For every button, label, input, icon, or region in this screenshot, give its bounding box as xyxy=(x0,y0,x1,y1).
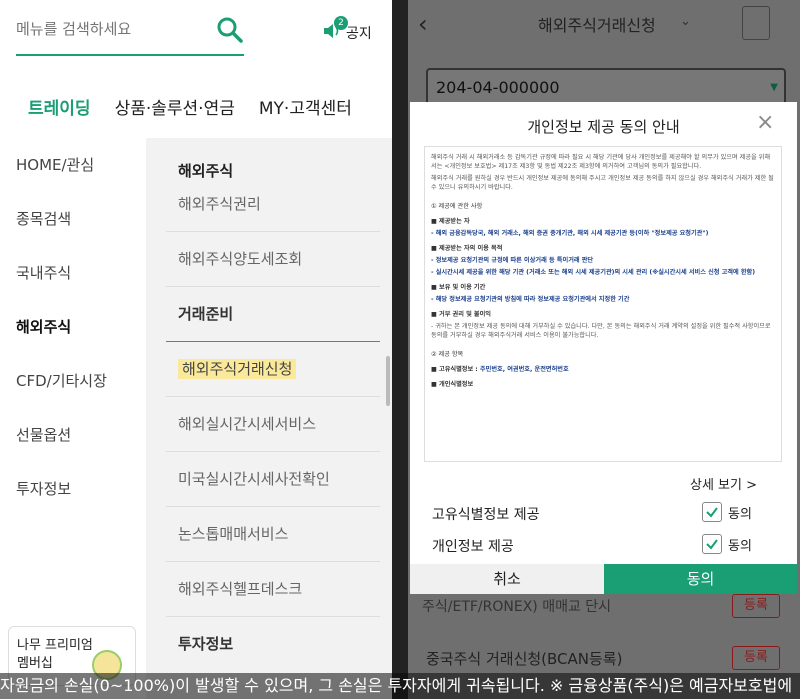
doc-refusal: - 귀하는 본 개인정보 제공 동의에 대해 거부하실 수 있습니다. 다만, … xyxy=(431,323,771,339)
submenu-section-title: 투자정보 xyxy=(178,635,234,653)
menu-panel: 2 공지 트레이딩 상품·솔루션·연금 MY·고객센터 HOME/관심 종목검색… xyxy=(0,0,392,699)
doc-items: 주민번호, 여권번호, 운전면허번호 xyxy=(479,366,569,373)
header: ‹ 해외주식거래신청 ⌄ xyxy=(408,0,800,50)
doc-recipient: - 해외 금융감독당국, 해외 거래소, 해외 증권 중개기관, 해외 시세 제… xyxy=(431,230,709,237)
submenu-section-title: 거래준비 xyxy=(166,287,380,342)
search-icon[interactable] xyxy=(216,16,244,48)
agree-button[interactable]: 동의 xyxy=(604,564,797,594)
doc-retention-head: ■ 보유 및 이용 기간 xyxy=(431,284,486,291)
submenu-item[interactable]: 해외주식권리 xyxy=(166,194,380,232)
china-stock-row: 중국주식 거래신청(BCAN등록) xyxy=(426,650,623,668)
submenu-item[interactable]: 논스톱매매서비스 xyxy=(166,507,380,562)
modal-title: 개인정보 제공 동의 안내 xyxy=(527,118,680,136)
main-tabs: 트레이딩 상품·솔루션·연금 MY·고객센터 xyxy=(0,92,392,138)
side-item-invest-info[interactable]: 투자정보 xyxy=(0,462,146,516)
disclaimer-ticker: 자원금의 손실(0~100%)이 발생할 수 있으며, 그 손실은 투자자에게 … xyxy=(0,673,800,699)
side-item-futures[interactable]: 선물옵션 xyxy=(0,408,146,462)
register-button[interactable]: 등록 xyxy=(732,594,780,618)
doc-purpose-2: - 실시간시세 제공을 위한 해당 기관 (거래소 또는 해외 시세 제공기관)… xyxy=(431,269,756,276)
side-item-cfd[interactable]: CFD/기타시장 xyxy=(0,354,146,408)
account-number: 204-04-000000 xyxy=(436,78,560,97)
register-button-china[interactable]: 등록 xyxy=(732,646,780,670)
highlighted-label: 해외주식거래신청 xyxy=(178,359,297,379)
notice-count-badge: 2 xyxy=(334,16,348,30)
doc-refusal-head: ■ 거부 권리 및 불이익 xyxy=(431,311,492,318)
detail-view-link[interactable]: 상세 보기 > xyxy=(690,474,757,493)
unique-id-consent-label: 고유식별정보 제공 xyxy=(432,507,540,523)
side-item-domestic[interactable]: 국내주식 xyxy=(0,246,146,300)
search-input[interactable] xyxy=(16,20,206,38)
submenu-item[interactable]: 해외실시간시세서비스 xyxy=(166,397,380,452)
checkbox-label: 동의 xyxy=(728,539,752,554)
back-icon[interactable]: ‹ xyxy=(418,10,428,38)
submenu-panel: 해외주식 해외주식권리 해외주식양도세조회 거래준비 해외주식거래신청 해외실시… xyxy=(146,138,392,699)
doc-section-2: ② 제공 항목 xyxy=(431,351,464,358)
doc-section-1: ① 제공에 관한 사항 xyxy=(431,203,483,210)
close-icon[interactable]: × xyxy=(756,110,774,135)
side-nav: HOME/관심 종목검색 국내주식 해외주식 CFD/기타시장 선물옵션 투자정… xyxy=(0,138,146,699)
cancel-button[interactable]: 취소 xyxy=(410,564,604,594)
submenu-item-highlighted[interactable]: 해외주식거래신청 xyxy=(166,342,380,397)
consent-modal: 개인정보 제공 동의 안내 × 해외주식 거래 시 해외거래소 등 감독기관 규… xyxy=(410,102,797,594)
doc-purpose-1: - 정보제공 요청기관의 규정에 따른 이상거래 등 특이거래 판단 xyxy=(431,257,594,264)
search-bar[interactable] xyxy=(16,14,244,56)
personal-info-consent-label: 개인정보 제공 xyxy=(432,539,514,555)
doc-purpose-head: ■ 제공받는 자의 이용 목적 xyxy=(431,245,503,252)
unique-id-consent-checkbox[interactable] xyxy=(702,502,722,522)
submenu-item[interactable]: 미국실시간시세사전확인 xyxy=(166,452,380,507)
lock-icon[interactable] xyxy=(742,6,770,40)
submenu-item[interactable]: 해외주식양도세조회 xyxy=(166,232,380,287)
personal-info-consent-checkbox[interactable] xyxy=(702,534,722,554)
notice-label: 공지 xyxy=(346,26,372,42)
submenu-item[interactable]: 해외주식헬프데스크 xyxy=(166,562,380,617)
tab-trading[interactable]: 트레이딩 xyxy=(0,92,103,138)
submenu-title: 해외주식 xyxy=(178,162,234,180)
tab-products[interactable]: 상품·솔루션·연금 xyxy=(103,92,247,138)
side-item-overseas[interactable]: 해외주식 xyxy=(0,300,146,354)
page-title: 해외주식거래신청 xyxy=(538,16,656,35)
service-row: 주식/ETF/RONEX) 매매교 단시 xyxy=(422,599,612,615)
doc-retention: - 해당 정보제공 요청기관의 방침에 따라 정보제공 요청기관에서 지정한 기… xyxy=(431,296,630,303)
side-item-home[interactable]: HOME/관심 xyxy=(0,138,146,192)
notice-button[interactable]: 2 공지 xyxy=(322,16,372,44)
account-select[interactable]: 204-04-000000 ▼ xyxy=(426,68,786,106)
scrollbar[interactable] xyxy=(386,356,390,406)
doc-items-head: ■ 고유식별정보 : xyxy=(431,366,478,373)
doc-recipient-head: ■ 제공받는 자 xyxy=(431,218,470,225)
doc-cut-line: ■ 개인식별정보 xyxy=(431,381,474,388)
doc-intro: 해외주식 거래 시 해외거래소 등 감독기관 규정에 따라 필요 시 해당 기관… xyxy=(431,154,771,170)
consent-document[interactable]: 해외주식 거래 시 해외거래소 등 감독기관 규정에 따라 필요 시 해당 기관… xyxy=(424,146,782,462)
doc-intro2: 해외주식 거래를 원하실 경우 반드시 개인정보 제공에 동의해 주시고 개인정… xyxy=(431,175,774,191)
tab-my[interactable]: MY·고객센터 xyxy=(247,92,364,138)
dropdown-arrow-icon: ▼ xyxy=(770,82,778,93)
checkbox-label: 동의 xyxy=(728,507,752,522)
side-item-stock-search[interactable]: 종목검색 xyxy=(0,192,146,246)
chevron-down-icon[interactable]: ⌄ xyxy=(680,14,691,29)
